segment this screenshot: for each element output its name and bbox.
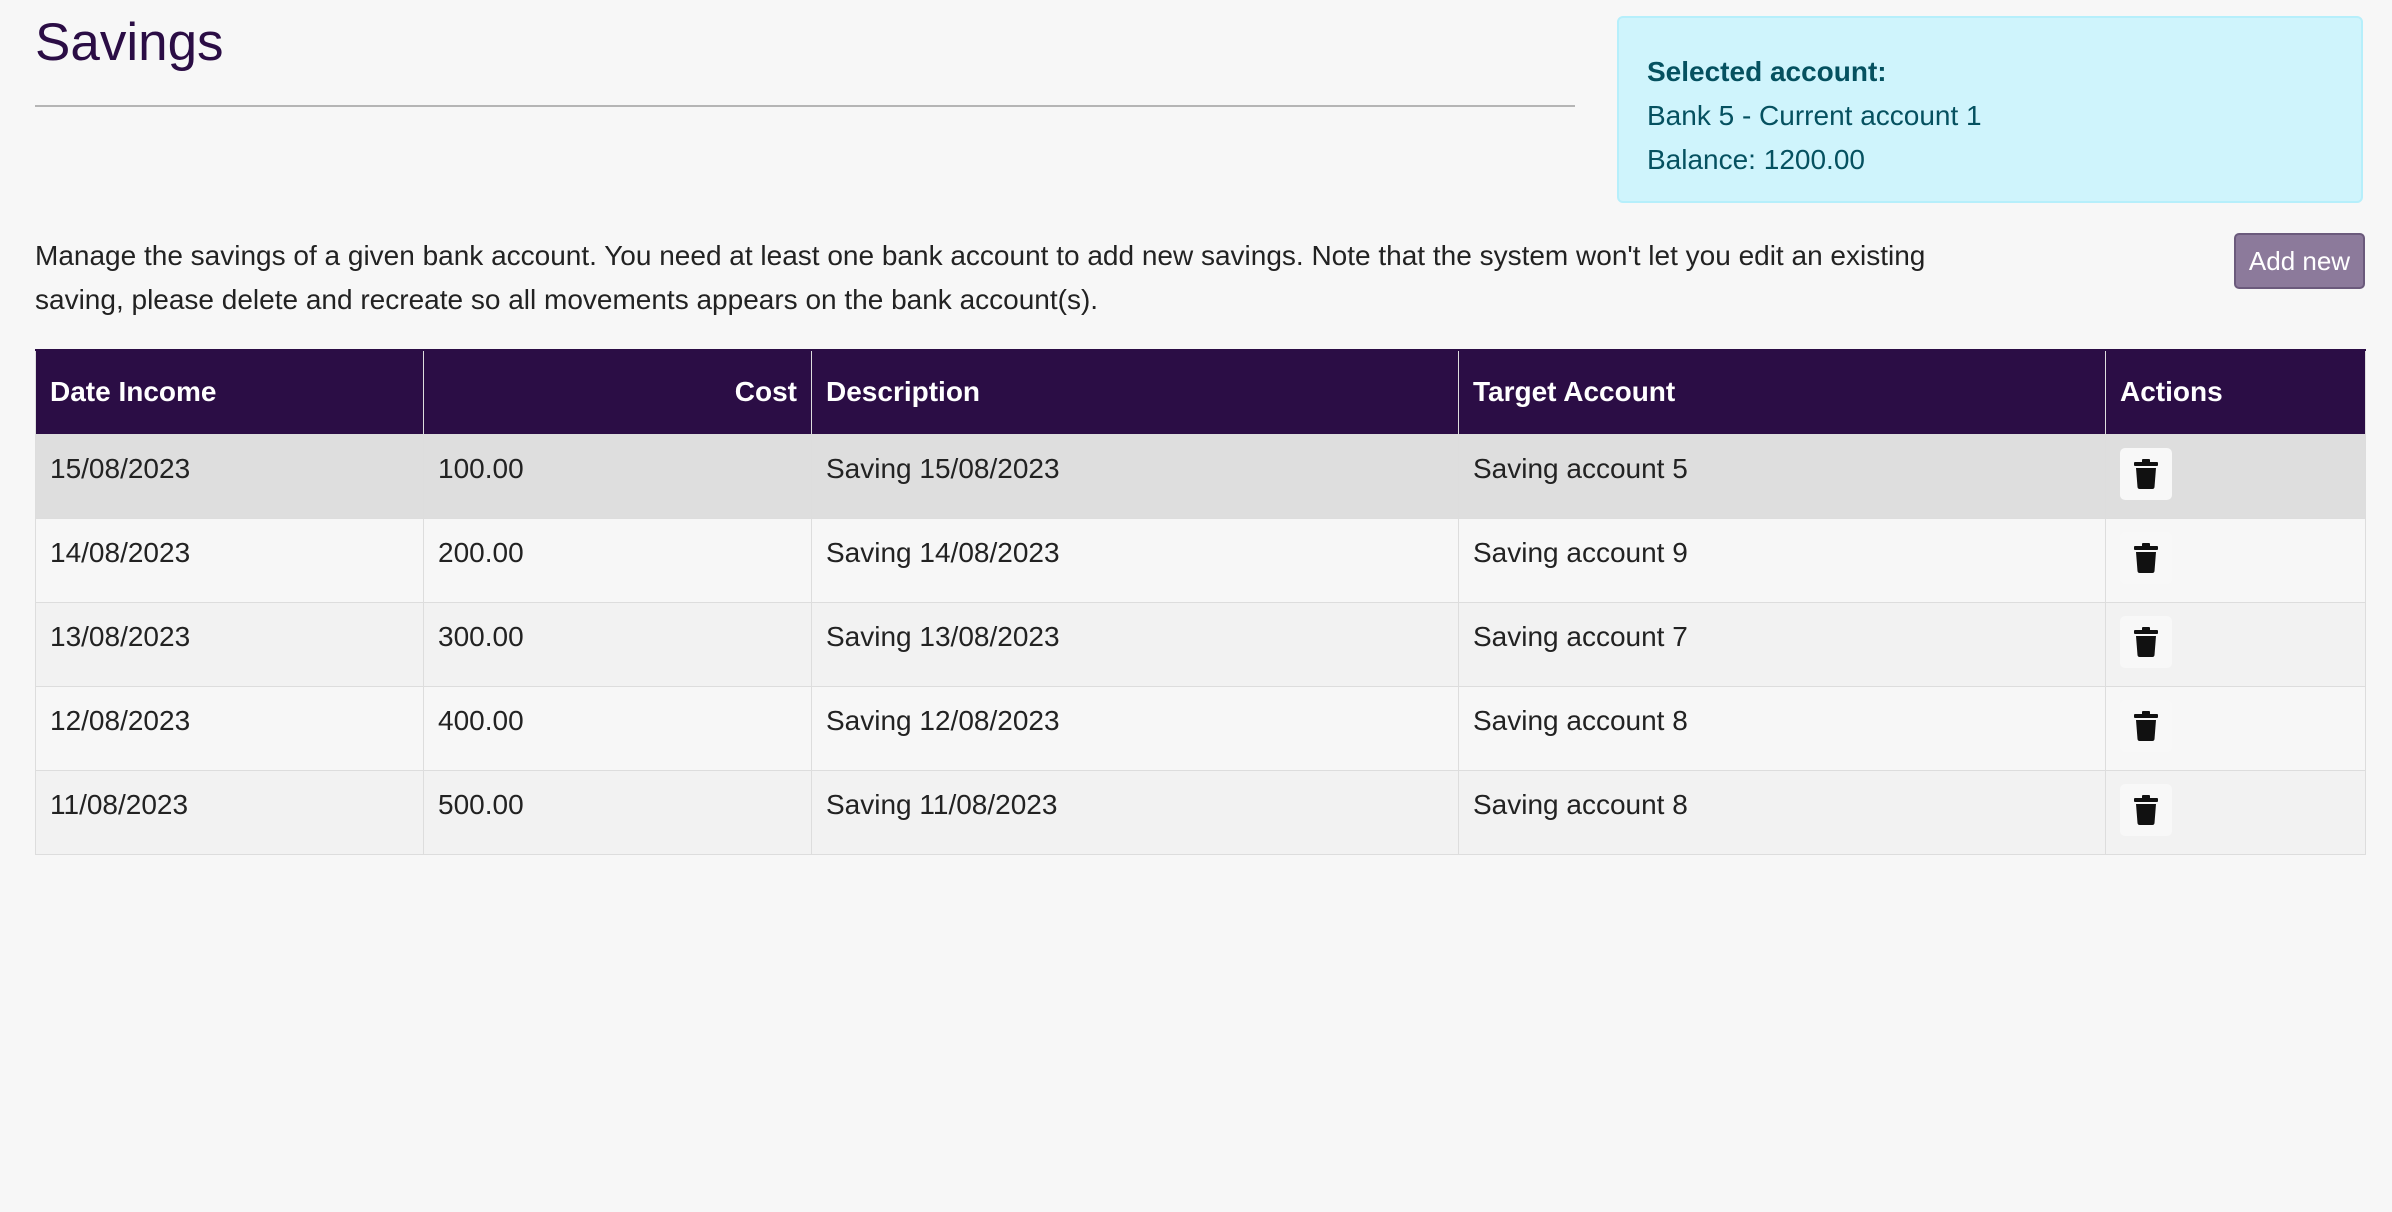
selected-account-label: Selected account:: [1647, 56, 1887, 87]
cell-cost: 400.00: [423, 685, 812, 771]
cell-description: Saving 13/08/2023: [811, 601, 1459, 687]
cell-date-income: 15/08/2023: [35, 433, 424, 519]
cell-cost: 200.00: [423, 517, 812, 603]
table-row: 14/08/2023 200.00 Saving 14/08/2023 Savi…: [35, 517, 2366, 603]
cell-actions: [2105, 769, 2366, 855]
column-header-cost[interactable]: Cost: [423, 349, 812, 435]
trash-icon: [2134, 710, 2158, 741]
trash-icon: [2134, 458, 2158, 489]
table-row: 12/08/2023 400.00 Saving 12/08/2023 Savi…: [35, 685, 2366, 771]
cell-date-income: 11/08/2023: [35, 769, 424, 855]
delete-saving-button[interactable]: [2120, 615, 2172, 668]
savings-table: Date Income Cost Description Target Acco…: [35, 349, 2366, 855]
selected-account-name: Bank 5 - Current account 1: [1647, 100, 1982, 131]
table-row: 15/08/2023 100.00 Saving 15/08/2023 Savi…: [35, 433, 2366, 519]
column-header-actions: Actions: [2105, 349, 2366, 435]
savings-page: Savings Selected account: Bank 5 - Curre…: [0, 0, 2392, 1212]
cell-date-income: 13/08/2023: [35, 601, 424, 687]
cell-target-account: Saving account 8: [1458, 769, 2106, 855]
cell-description: Saving 15/08/2023: [811, 433, 1459, 519]
selected-account-panel: Selected account: Bank 5 - Current accou…: [1617, 16, 2363, 203]
table-row: 11/08/2023 500.00 Saving 11/08/2023 Savi…: [35, 769, 2366, 855]
selected-account-balance: Balance: 1200.00: [1647, 144, 1865, 175]
add-new-button[interactable]: Add new: [2234, 233, 2365, 289]
trash-icon: [2134, 542, 2158, 573]
delete-saving-button[interactable]: [2120, 531, 2172, 584]
intro-text: Manage the savings of a given bank accou…: [35, 240, 1926, 315]
cell-date-income: 14/08/2023: [35, 517, 424, 603]
column-header-description[interactable]: Description: [811, 349, 1459, 435]
delete-saving-button[interactable]: [2120, 699, 2172, 752]
column-header-date-income[interactable]: Date Income: [35, 349, 424, 435]
cell-actions: [2105, 517, 2366, 603]
cell-cost: 100.00: [423, 433, 812, 519]
cell-actions: [2105, 601, 2366, 687]
trash-icon: [2134, 626, 2158, 657]
page-title: Savings: [35, 13, 224, 72]
cell-target-account: Saving account 8: [1458, 685, 2106, 771]
trash-icon: [2134, 794, 2158, 825]
cell-target-account: Saving account 5: [1458, 433, 2106, 519]
delete-saving-button[interactable]: [2120, 783, 2172, 836]
cell-target-account: Saving account 9: [1458, 517, 2106, 603]
cell-cost: 300.00: [423, 601, 812, 687]
delete-saving-button[interactable]: [2120, 447, 2172, 500]
cell-actions: [2105, 685, 2366, 771]
table-row: 13/08/2023 300.00 Saving 13/08/2023 Savi…: [35, 601, 2366, 687]
cell-date-income: 12/08/2023: [35, 685, 424, 771]
cell-actions: [2105, 433, 2366, 519]
table-header-row: Date Income Cost Description Target Acco…: [35, 349, 2366, 435]
column-header-target-account[interactable]: Target Account: [1458, 349, 2106, 435]
cell-description: Saving 11/08/2023: [811, 769, 1459, 855]
title-divider: [35, 105, 1575, 107]
cell-cost: 500.00: [423, 769, 812, 855]
cell-description: Saving 12/08/2023: [811, 685, 1459, 771]
cell-target-account: Saving account 7: [1458, 601, 2106, 687]
cell-description: Saving 14/08/2023: [811, 517, 1459, 603]
